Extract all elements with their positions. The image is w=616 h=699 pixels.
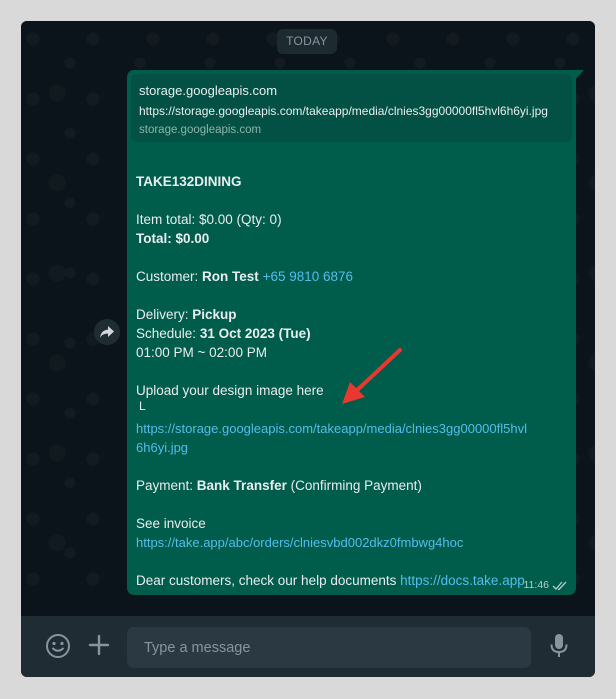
invoice-link[interactable]: https://take.app/abc/orders/clniesvbd002… — [136, 534, 463, 551]
chat-area[interactable]: TODAY storage.googleapis.com https://sto… — [21, 21, 595, 616]
customer-line: Customer: Ron Test +65 9810 6876 — [136, 268, 353, 285]
compose-bar — [21, 616, 595, 677]
schedule-label: Schedule: — [136, 326, 197, 341]
order-total-text: Total: $0.00 — [136, 231, 210, 246]
delivery-value: Pickup — [192, 307, 237, 322]
link-preview-title: storage.googleapis.com — [139, 83, 278, 98]
store-name-text: TAKE132DINING — [136, 174, 242, 189]
plus-icon[interactable] — [88, 634, 110, 656]
invoice-text: See invoice — [136, 516, 206, 531]
time-range: 01:00 PM ~ 02:00 PM — [136, 345, 267, 360]
upload-marker: L — [139, 399, 146, 413]
date-chip: TODAY — [277, 29, 337, 54]
upload-link-line2[interactable]: 6h6yi.jpg — [136, 439, 188, 456]
forward-button[interactable] — [94, 319, 120, 345]
message-time: 11:46 — [523, 579, 550, 591]
link-preview[interactable]: storage.googleapis.com https://storage.g… — [131, 74, 572, 142]
emoji-icon[interactable] — [45, 633, 71, 659]
message-meta: 11:46 — [524, 579, 569, 591]
forward-icon — [100, 326, 114, 338]
red-arrow-icon — [342, 348, 402, 404]
message-bubble[interactable]: storage.googleapis.com https://storage.g… — [127, 70, 584, 595]
upload-link-line1[interactable]: https://storage.googleapis.com/takeapp/m… — [136, 420, 527, 437]
upload-text: Upload your design image here — [136, 383, 324, 398]
whatsapp-window: TODAY storage.googleapis.com https://sto… — [21, 21, 595, 677]
help-link[interactable]: https://docs.take.app — [400, 573, 525, 588]
link-preview-domain: storage.googleapis.com — [139, 124, 262, 136]
payment-label: Payment: — [136, 478, 194, 493]
schedule-value: 31 Oct 2023 (Tue) — [199, 326, 311, 341]
message-input[interactable] — [127, 627, 531, 668]
help-line: Dear customers, check our help documents… — [136, 572, 525, 589]
item-total: Item total: $0.00 (Qty: 0) — [136, 212, 282, 227]
schedule-line: Schedule: 31 Oct 2023 (Tue) — [136, 325, 311, 342]
delivery-label: Delivery: — [136, 307, 189, 322]
delivery-line: Delivery: Pickup — [136, 306, 237, 323]
payment-line: Payment: Bank Transfer (Confirming Payme… — [136, 477, 422, 494]
double-check-icon — [552, 581, 567, 590]
customer-label: Customer: — [136, 269, 199, 284]
link-preview-url: https://storage.googleapis.com/takeapp/m… — [139, 104, 548, 118]
customer-phone-link[interactable]: +65 9810 6876 — [263, 269, 353, 284]
help-text: Dear customers, check our help documents — [136, 573, 397, 588]
bubble-tail — [576, 70, 584, 79]
customer-name: Ron Test — [202, 269, 259, 284]
payment-status: (Confirming Payment) — [290, 478, 422, 493]
store-name: TAKE132DINING — [136, 173, 242, 190]
microphone-icon[interactable] — [549, 633, 569, 659]
order-total: Total: $0.00 — [136, 230, 209, 247]
payment-method: Bank Transfer — [196, 478, 287, 493]
